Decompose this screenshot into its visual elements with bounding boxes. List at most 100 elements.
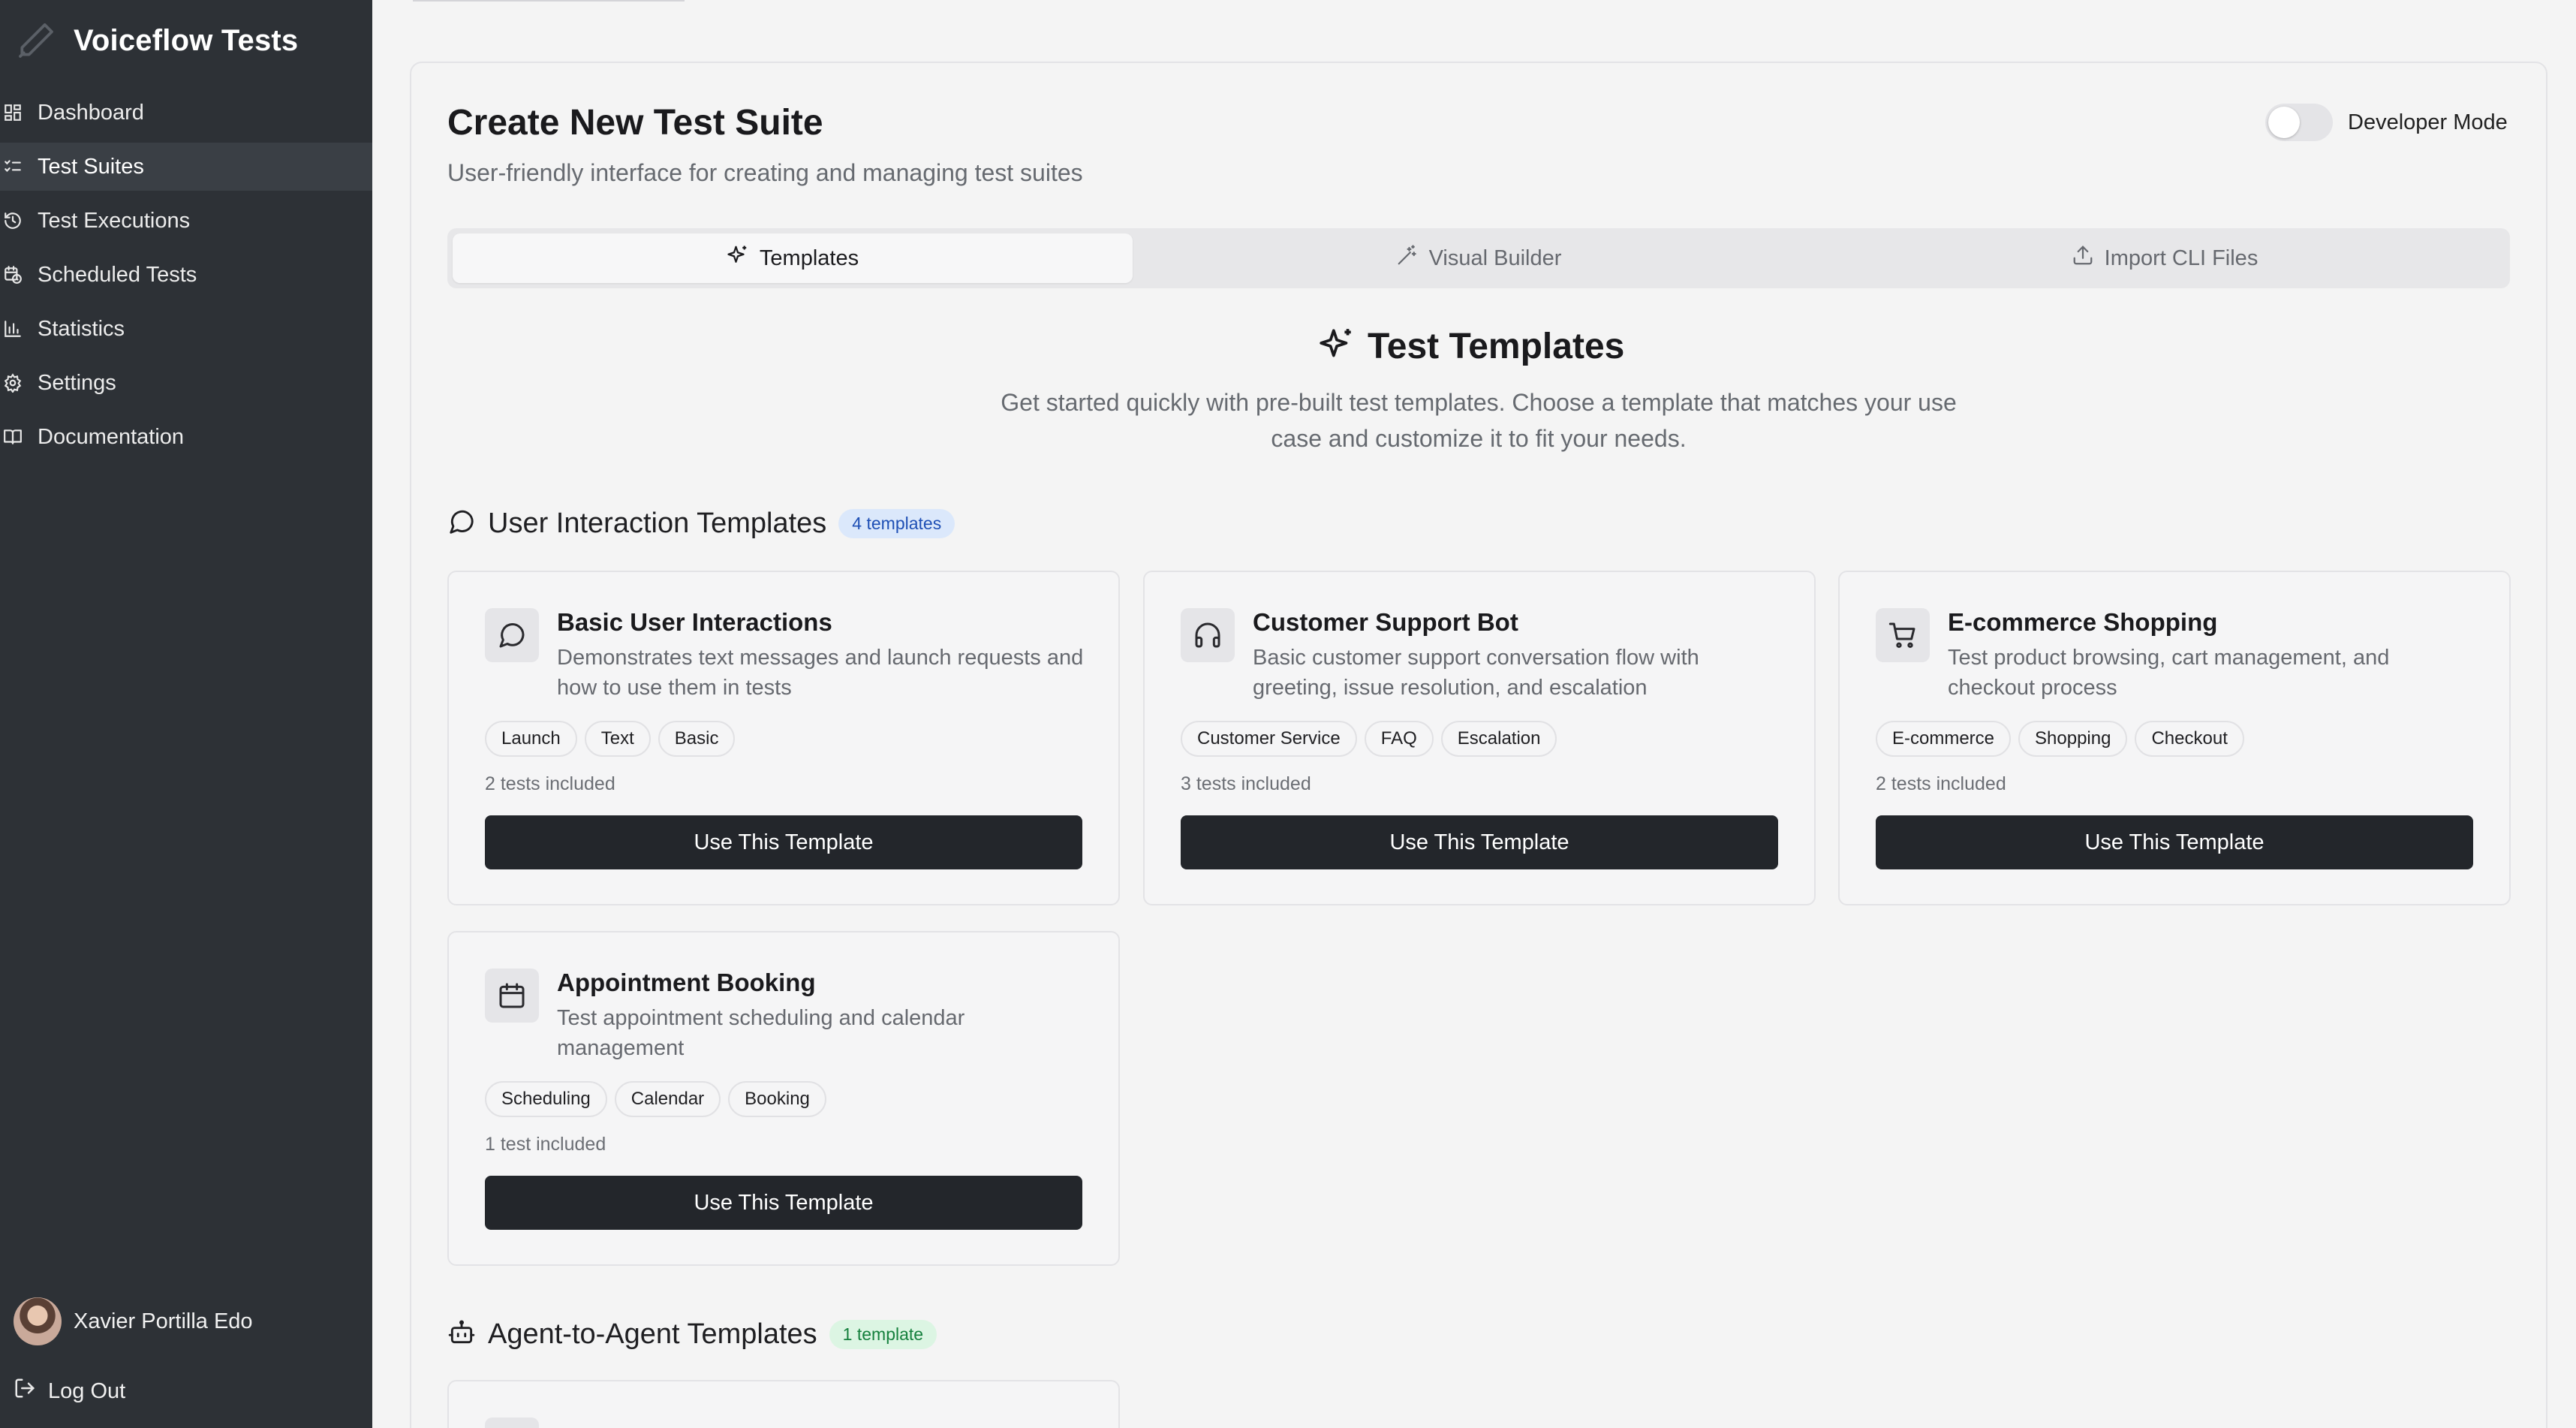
section-title: Agent-to-Agent Templates	[488, 1318, 817, 1350]
use-template-button[interactable]: Use This Template	[485, 815, 1082, 869]
message-circle-icon	[447, 508, 476, 540]
tag: Basic	[658, 721, 736, 757]
test-templates-description: Get started quickly with pre-built test …	[1001, 389, 1957, 452]
tag: Text	[584, 721, 651, 757]
tab-import-cli-files[interactable]: Import CLI Files	[1825, 233, 2505, 283]
template-name: Basic User Interactions	[557, 608, 832, 636]
use-template-button[interactable]: Use This Template	[485, 1176, 1082, 1230]
sidebar-item-dashboard[interactable]: Dashboard	[0, 89, 372, 137]
page-title: Create New Test Suite	[447, 103, 823, 143]
developer-mode-toggle[interactable]	[2265, 104, 2333, 141]
tag: Checkout	[2135, 721, 2244, 757]
book-icon	[3, 427, 23, 447]
headphones-icon	[1181, 608, 1235, 662]
dashboard-icon	[3, 103, 23, 122]
tag: Scheduling	[485, 1081, 607, 1117]
template-tags: Launch Text Basic	[485, 721, 736, 757]
template-name: Appointment Booking	[557, 969, 816, 996]
use-template-button[interactable]: Use This Template	[1876, 815, 2473, 869]
sidebar-item-label: Scheduled Tests	[38, 262, 197, 287]
sparkles-icon	[727, 244, 749, 273]
template-card-appointment-booking: Appointment Booking Test appointment sch…	[447, 931, 1120, 1266]
tag: Launch	[485, 721, 577, 757]
tag: Calendar	[614, 1081, 721, 1117]
app-title: Voiceflow Tests	[74, 23, 299, 57]
gear-icon	[3, 373, 23, 393]
logout-label: Log Out	[48, 1378, 126, 1403]
sidebar-item-label: Dashboard	[38, 100, 144, 125]
tab-visual-builder[interactable]: Visual Builder	[1139, 233, 1819, 283]
template-count-badge: 4 templates	[838, 509, 955, 538]
template-tags: Customer Service FAQ Escalation	[1181, 721, 1557, 757]
template-card-agent-to-agent	[447, 1380, 1120, 1428]
section-title: User Interaction Templates	[488, 508, 827, 539]
template-name: E-commerce Shopping	[1948, 608, 2218, 636]
sidebar-item-statistics[interactable]: Statistics	[0, 305, 372, 353]
tests-count: 2 tests included	[485, 773, 615, 794]
tag: Shopping	[2018, 721, 2128, 757]
template-description: Test appointment scheduling and calendar…	[557, 1006, 965, 1060]
template-name: Customer Support Bot	[1253, 608, 1518, 636]
tab-bar: Templates Visual Builder Import CLI File…	[447, 228, 2510, 288]
sidebar-item-documentation[interactable]: Documentation	[0, 413, 372, 461]
shopping-cart-icon	[1876, 608, 1930, 662]
user-interaction-section-header: User Interaction Templates 4 templates	[447, 508, 955, 540]
sidebar-item-scheduled-tests[interactable]: Scheduled Tests	[0, 251, 372, 299]
tag: Escalation	[1440, 721, 1557, 757]
calendar-clock-icon	[3, 265, 23, 285]
sidebar-nav: Dashboard Test Suites Test Executions Sc…	[0, 89, 372, 467]
use-template-button[interactable]: Use This Template	[1181, 815, 1778, 869]
list-checks-icon	[3, 157, 23, 176]
history-icon	[3, 211, 23, 230]
calendar-icon	[485, 969, 539, 1023]
tab-label: Templates	[759, 246, 859, 270]
agent-to-agent-section-header: Agent-to-Agent Templates 1 template	[447, 1318, 937, 1351]
template-card-ecommerce-shopping: E-commerce Shopping Test product browsin…	[1838, 571, 2511, 905]
tests-count: 3 tests included	[1181, 773, 1311, 794]
upload-icon	[2072, 244, 2094, 273]
bot-icon	[485, 1417, 539, 1428]
bot-icon	[447, 1318, 476, 1351]
sidebar-item-label: Statistics	[38, 316, 125, 341]
template-tags: E-commerce Shopping Checkout	[1876, 721, 2244, 757]
tag: E-commerce	[1876, 721, 2012, 757]
tab-label: Import CLI Files	[2104, 246, 2259, 270]
test-templates-header: Test Templates	[1318, 326, 1624, 367]
tag: Booking	[728, 1081, 826, 1117]
template-card-customer-support-bot: Customer Support Bot Basic customer supp…	[1143, 571, 1816, 905]
tests-count: 1 test included	[485, 1134, 606, 1155]
logout-icon	[14, 1377, 36, 1405]
template-card-basic-user-interactions: Basic User Interactions Demonstrates tex…	[447, 571, 1120, 905]
sidebar: Voiceflow Tests Dashboard Test Suites Te…	[0, 0, 372, 1428]
sparkles-icon	[1318, 326, 1356, 367]
developer-mode-label: Developer Mode	[2348, 110, 2508, 134]
test-templates-title: Test Templates	[1368, 327, 1625, 366]
bar-chart-icon	[3, 319, 23, 339]
sidebar-item-label: Test Suites	[38, 154, 144, 179]
message-circle-icon	[485, 608, 539, 662]
user-name: Xavier Portilla Edo	[74, 1309, 253, 1333]
logout-button[interactable]: Log Out	[14, 1377, 125, 1405]
tab-label: Visual Builder	[1428, 246, 1562, 270]
sidebar-item-test-suites[interactable]: Test Suites	[0, 143, 372, 191]
top-divider	[413, 0, 685, 2]
brand[interactable]: Voiceflow Tests	[15, 20, 298, 62]
tab-templates[interactable]: Templates	[453, 233, 1133, 283]
tag: FAQ	[1364, 721, 1434, 757]
page-subtitle: User-friendly interface for creating and…	[447, 159, 1083, 186]
user-profile[interactable]: Xavier Portilla Edo	[14, 1297, 253, 1345]
template-description: Demonstrates text messages and launch re…	[557, 646, 1084, 700]
template-count-badge: 1 template	[829, 1320, 937, 1349]
template-description: Basic customer support conversation flow…	[1253, 646, 1699, 700]
sidebar-item-label: Settings	[38, 370, 116, 395]
sidebar-item-label: Documentation	[38, 424, 185, 449]
avatar	[14, 1297, 62, 1345]
tag: Customer Service	[1181, 721, 1357, 757]
sidebar-item-test-executions[interactable]: Test Executions	[0, 197, 372, 245]
template-tags: Scheduling Calendar Booking	[485, 1081, 826, 1117]
sidebar-item-settings[interactable]: Settings	[0, 359, 372, 407]
tests-count: 2 tests included	[1876, 773, 2006, 794]
pencil-icon	[15, 20, 57, 62]
template-description: Test product browsing, cart management, …	[1948, 646, 2390, 700]
magic-wand-icon	[1396, 244, 1419, 273]
